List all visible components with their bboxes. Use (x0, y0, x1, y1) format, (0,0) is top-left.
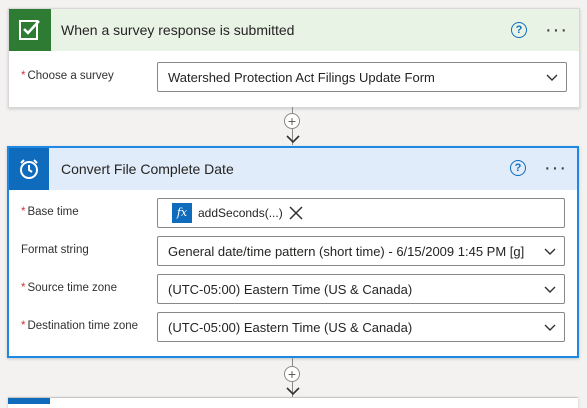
close-icon[interactable] (289, 206, 303, 220)
help-icon[interactable]: ? (510, 160, 526, 176)
dest-tz-label: * Destination time zone (21, 320, 139, 332)
format-string-value: General date/time pattern (short time) -… (168, 244, 525, 259)
base-time-field[interactable]: fx addSeconds(...) (157, 198, 565, 228)
chevron-down-icon (544, 324, 556, 331)
action-card[interactable]: Convert File Complete Date ? ··· * Base t… (7, 146, 579, 358)
help-icon[interactable]: ? (511, 22, 527, 38)
format-string-label: Format string (21, 244, 89, 256)
source-tz-label: * Source time zone (21, 282, 117, 294)
token-text: addSeconds(...) (198, 206, 283, 220)
plus-icon[interactable]: + (284, 366, 300, 382)
more-icon[interactable]: ··· (545, 20, 568, 40)
plus-icon[interactable]: + (284, 113, 300, 129)
base-time-label: * Base time (21, 206, 79, 218)
chevron-down-icon (544, 248, 556, 255)
expression-token[interactable]: fx addSeconds(...) (172, 203, 303, 223)
format-string-dropdown[interactable]: General date/time pattern (short time) -… (157, 236, 565, 266)
survey-value: Watershed Protection Act Filings Update … (168, 70, 435, 85)
next-action-icon (8, 398, 50, 404)
more-icon[interactable]: ··· (544, 158, 567, 178)
survey-dropdown[interactable]: Watershed Protection Act Filings Update … (157, 62, 567, 92)
action-header[interactable]: Convert File Complete Date ? ··· (9, 148, 577, 190)
dest-tz-value: (UTC-05:00) Eastern Time (US & Canada) (168, 320, 413, 335)
trigger-card[interactable]: When a survey response is submitted ? ··… (8, 8, 580, 108)
survey-row: * Choose a survey Watershed Protection Ac… (21, 62, 567, 92)
source-tz-value: (UTC-05:00) Eastern Time (US & Canada) (168, 282, 413, 297)
chevron-down-icon (546, 74, 558, 81)
dest-tz-row: * Destination time zone (UTC-05:00) Easte… (21, 312, 565, 342)
trigger-header[interactable]: When a survey response is submitted ? ··… (9, 9, 579, 51)
arrow-down-icon (286, 135, 300, 144)
alarm-clock-icon (9, 148, 49, 190)
survey-label: * Choose a survey (21, 70, 114, 82)
dest-tz-dropdown[interactable]: (UTC-05:00) Eastern Time (US & Canada) (157, 312, 565, 342)
source-tz-dropdown[interactable]: (UTC-05:00) Eastern Time (US & Canada) (157, 274, 565, 304)
trigger-title: When a survey response is submitted (61, 22, 295, 38)
arrow-down-icon (286, 387, 300, 396)
source-tz-row: * Source time zone (UTC-05:00) Eastern Ti… (21, 274, 565, 304)
forms-check-icon (9, 9, 51, 51)
chevron-down-icon (544, 286, 556, 293)
fx-icon: fx (172, 203, 192, 223)
action-title: Convert File Complete Date (61, 161, 234, 177)
format-string-row: Format string General date/time pattern … (21, 236, 565, 266)
base-time-row: * Base time fx addSeconds(...) (21, 198, 565, 228)
